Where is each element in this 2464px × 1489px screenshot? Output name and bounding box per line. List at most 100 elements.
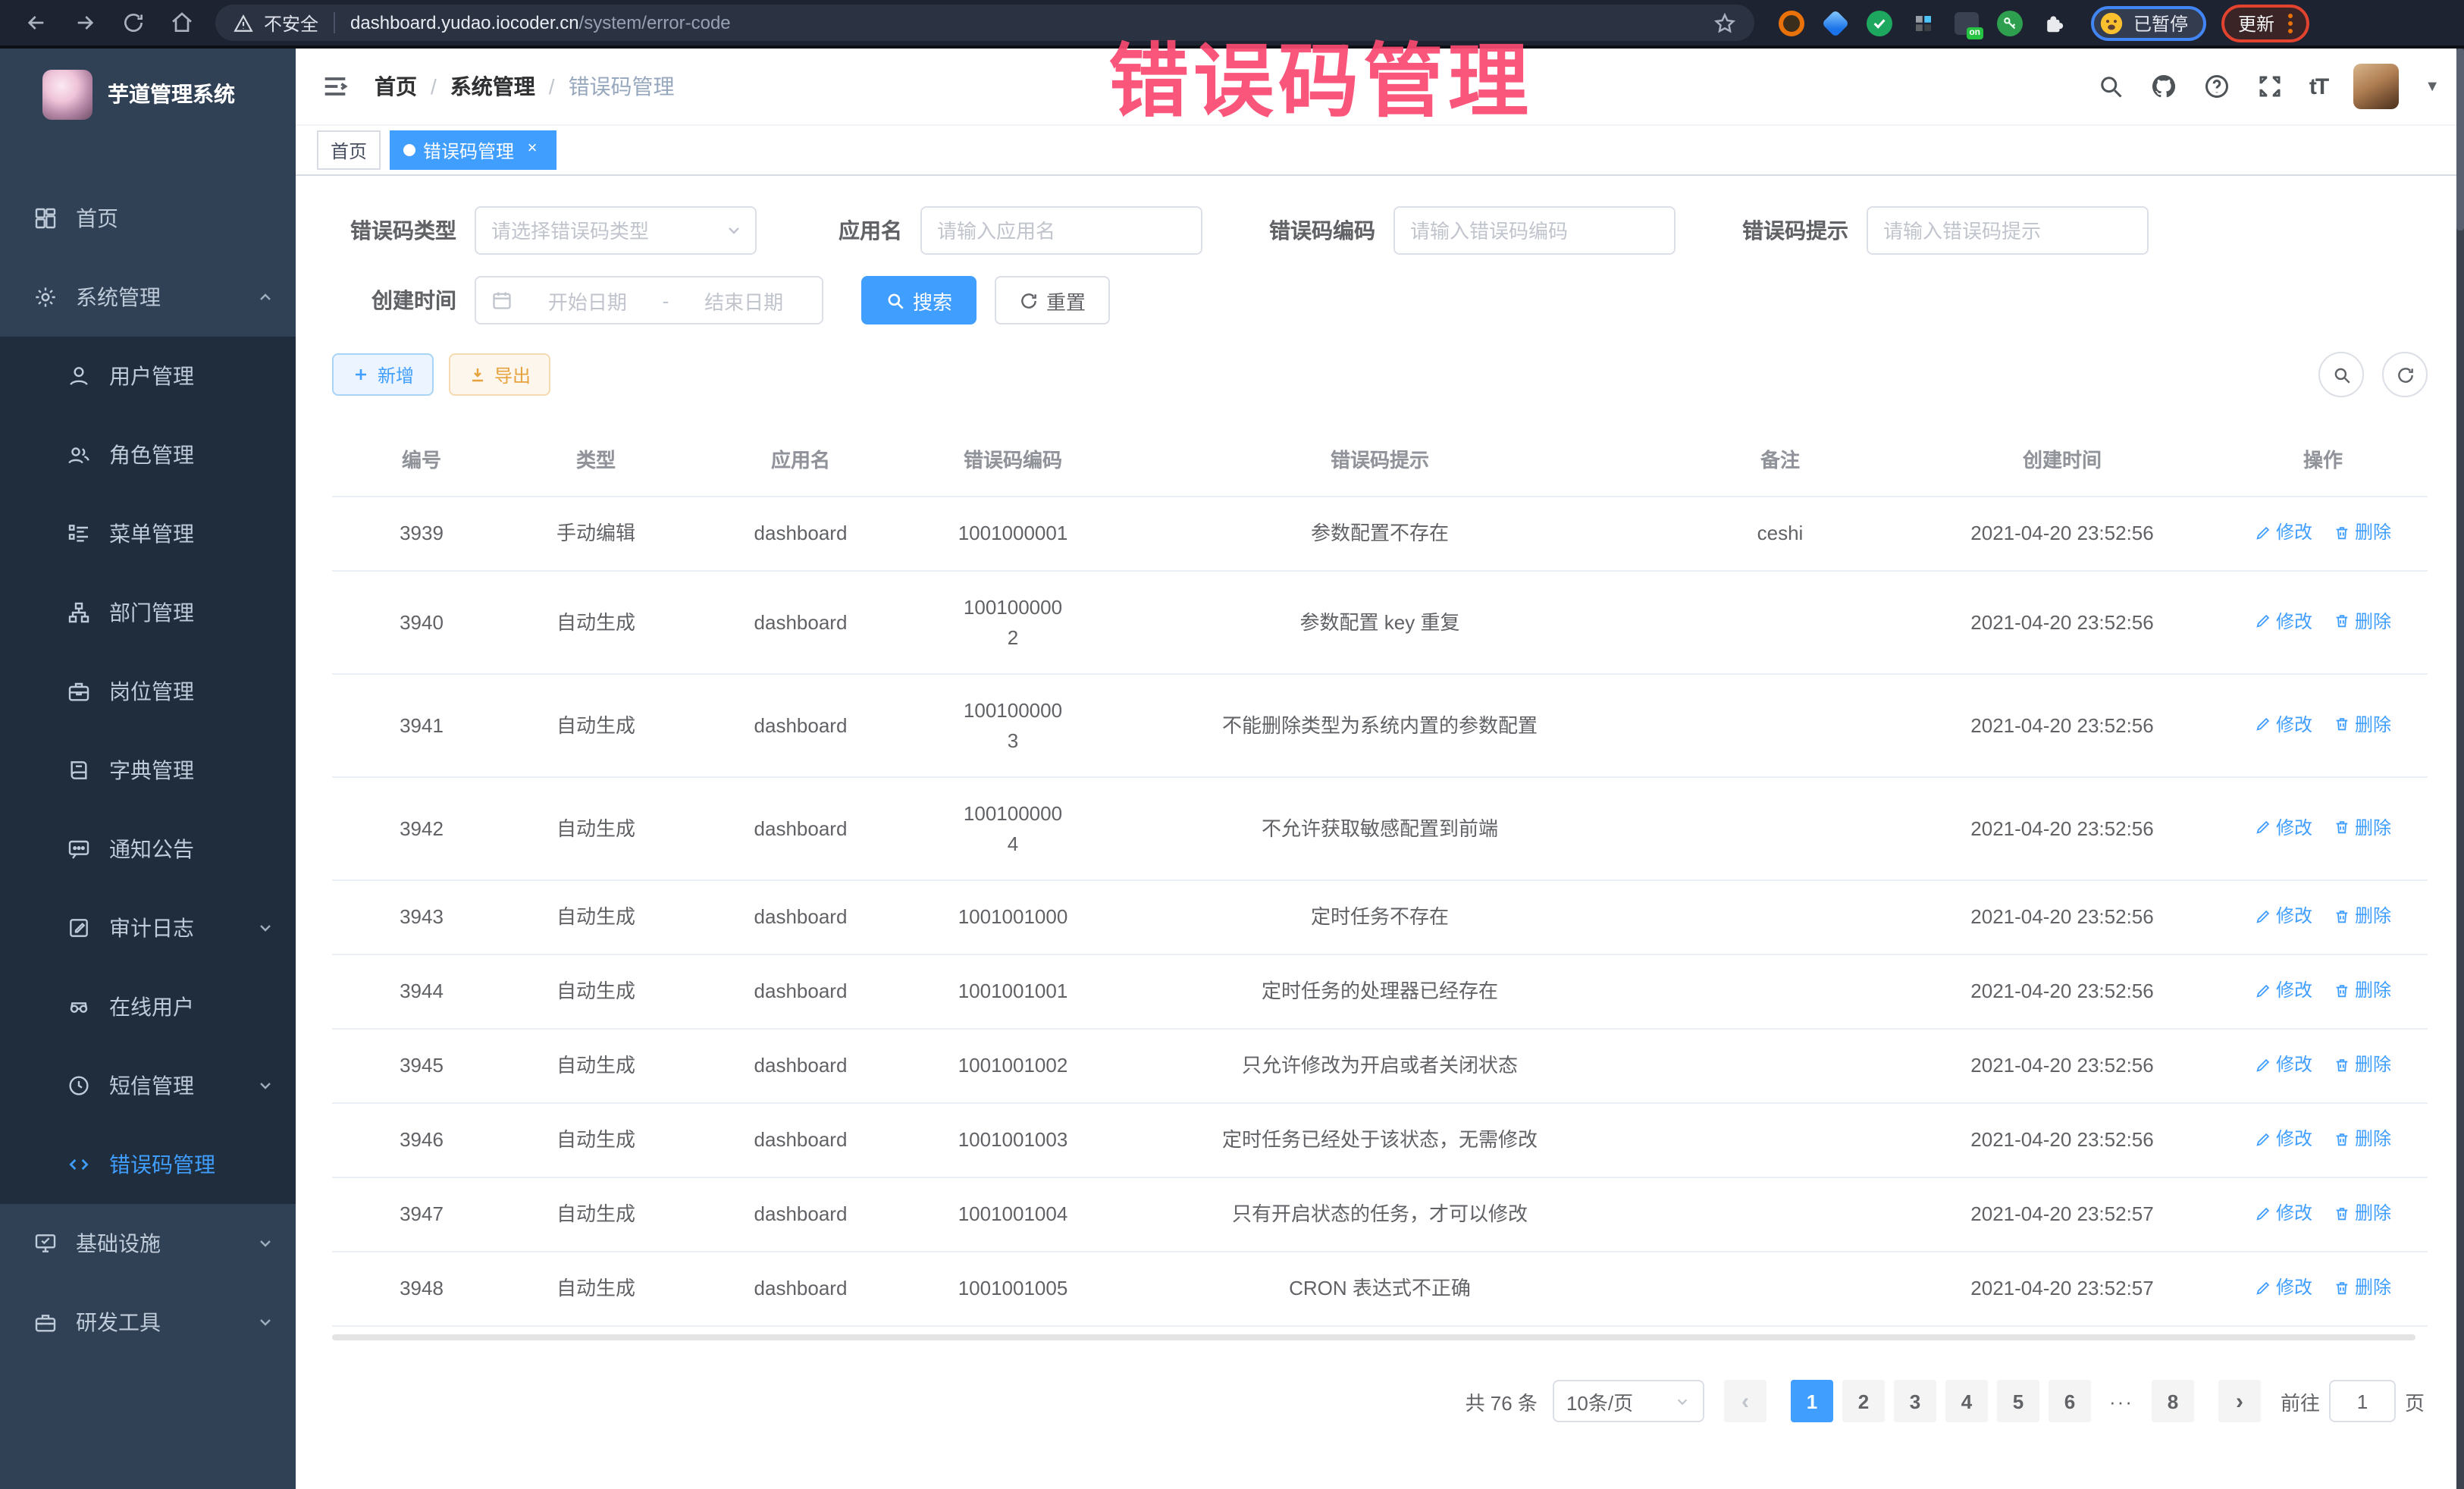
edit-link[interactable]: 修改 — [2255, 710, 2312, 738]
breadcrumb-item[interactable]: 系统管理 — [450, 71, 535, 102]
page-button-3[interactable]: 3 — [1894, 1380, 1936, 1422]
sidebar-item-menu[interactable]: 菜单管理 — [0, 494, 296, 573]
delete-link[interactable]: 删除 — [2334, 976, 2391, 1004]
extension-green-check-icon[interactable] — [1867, 10, 1892, 36]
edit-link[interactable]: 修改 — [2255, 1199, 2312, 1227]
prev-page-button[interactable]: ‹ — [1724, 1380, 1766, 1422]
toggle-search-button[interactable] — [2318, 352, 2364, 397]
app-name-input[interactable] — [937, 219, 1186, 242]
next-page-button[interactable]: › — [2218, 1380, 2261, 1422]
horizontal-scrollbar[interactable] — [332, 1334, 2415, 1340]
page-button-8[interactable]: 8 — [2152, 1380, 2194, 1422]
row-id: 3939 — [332, 497, 511, 571]
page-button-2[interactable]: 2 — [1842, 1380, 1885, 1422]
sidebar-item-home[interactable]: 首页 — [0, 179, 296, 258]
delete-link[interactable]: 删除 — [2334, 813, 2391, 841]
edit-link[interactable]: 修改 — [2255, 976, 2312, 1004]
reload-icon[interactable] — [120, 9, 147, 36]
delete-link[interactable]: 删除 — [2334, 1051, 2391, 1078]
error-code-input[interactable] — [1410, 219, 1659, 242]
sidebar-item-online[interactable]: 在线用户 — [0, 967, 296, 1046]
users-icon — [67, 443, 91, 467]
hamburger-icon[interactable] — [320, 71, 350, 102]
error-msg-field[interactable] — [1867, 206, 2149, 255]
back-icon[interactable] — [23, 9, 50, 36]
extension-orange-icon[interactable] — [1779, 10, 1804, 36]
delete-link[interactable]: 删除 — [2334, 902, 2391, 929]
edit-link[interactable]: 修改 — [2255, 902, 2312, 929]
edit-link[interactable]: 修改 — [2255, 1051, 2312, 1078]
page-button-6[interactable]: 6 — [2049, 1380, 2091, 1422]
window-scrollbar[interactable] — [2456, 49, 2464, 1489]
user-avatar[interactable] — [2353, 64, 2399, 109]
error-msg-input[interactable] — [1883, 219, 2132, 242]
extensions-puzzle-icon[interactable] — [2041, 10, 2067, 36]
sidebar-logo[interactable]: 芋道管理系统 — [0, 49, 296, 139]
font-size-icon[interactable]: tT — [2309, 74, 2328, 99]
sidebar-item-sms[interactable]: 短信管理 — [0, 1046, 296, 1125]
extension-switch-icon[interactable]: on — [1955, 11, 1979, 34]
extension-key-icon[interactable] — [1997, 10, 2023, 36]
sidebar-item-errorcode[interactable]: 错误码管理 — [0, 1125, 296, 1204]
sidebar-item-audit[interactable]: 审计日志 — [0, 889, 296, 967]
page-button-1[interactable]: 1 — [1791, 1380, 1833, 1422]
github-icon[interactable] — [2150, 73, 2177, 100]
browser-profile-chip[interactable]: 已暂停 — [2091, 5, 2206, 40]
reset-button[interactable]: 重置 — [995, 276, 1110, 324]
tag-error-code[interactable]: 错误码管理 × — [390, 130, 556, 170]
url-path: /system/error-code — [579, 12, 731, 33]
edit-link[interactable]: 修改 — [2255, 1274, 2312, 1301]
page-size-select[interactable]: 10条/页 — [1553, 1380, 1704, 1422]
forward-icon[interactable] — [71, 9, 99, 36]
edit-link[interactable]: 修改 — [2255, 607, 2312, 635]
app-name-field[interactable] — [920, 206, 1202, 255]
audit-log-icon — [67, 916, 91, 940]
help-icon[interactable] — [2203, 73, 2230, 100]
goto-page-input[interactable] — [2329, 1380, 2396, 1422]
sidebar-item-infra[interactable]: 基础设施 — [0, 1204, 296, 1283]
error-type-select-input[interactable] — [491, 219, 740, 242]
sidebar-item-user[interactable]: 用户管理 — [0, 337, 296, 415]
page-ellipsis[interactable]: ··· — [2100, 1380, 2143, 1422]
refresh-table-button[interactable] — [2382, 352, 2428, 397]
url-bar[interactable]: 不安全 dashboard.yudao.iocoder.cn/system/er… — [215, 5, 1754, 41]
browser-menu-icon[interactable] — [2288, 13, 2293, 33]
bookmark-star-icon[interactable] — [1713, 11, 1736, 34]
error-code-field[interactable] — [1393, 206, 1676, 255]
delete-link[interactable]: 删除 — [2334, 710, 2391, 738]
delete-link[interactable]: 删除 — [2334, 1125, 2391, 1152]
edit-link[interactable]: 修改 — [2255, 813, 2312, 841]
sidebar-item-post[interactable]: 岗位管理 — [0, 652, 296, 731]
edit-link[interactable]: 修改 — [2255, 1125, 2312, 1152]
sidebar-item-dict[interactable]: 字典管理 — [0, 731, 296, 810]
row-id: 3940 — [332, 571, 511, 674]
extension-gem-icon[interactable] — [1823, 10, 1848, 36]
home-icon[interactable] — [168, 9, 196, 36]
fullscreen-icon[interactable] — [2256, 73, 2284, 100]
user-caret-icon[interactable]: ▼ — [2425, 78, 2440, 95]
sidebar-item-dept[interactable]: 部门管理 — [0, 573, 296, 652]
breadcrumb-item[interactable]: 首页 — [375, 71, 417, 102]
tag-home[interactable]: 首页 — [317, 130, 381, 170]
row-type: 自动生成 — [511, 777, 681, 880]
delete-link[interactable]: 删除 — [2334, 607, 2391, 635]
tag-close-icon[interactable]: × — [522, 139, 543, 161]
create-time-range-picker[interactable]: 开始日期 - 结束日期 — [475, 276, 823, 324]
page-button-4[interactable]: 4 — [1945, 1380, 1988, 1422]
edit-link[interactable]: 修改 — [2255, 519, 2312, 546]
sidebar-item-devtools[interactable]: 研发工具 — [0, 1283, 296, 1362]
extension-squares-icon[interactable] — [1911, 10, 1936, 36]
browser-update-button[interactable]: 更新 — [2221, 4, 2309, 42]
search-icon[interactable] — [2097, 73, 2124, 100]
sidebar-item-role[interactable]: 角色管理 — [0, 415, 296, 494]
delete-link[interactable]: 删除 — [2334, 1274, 2391, 1301]
search-button[interactable]: 搜索 — [861, 276, 977, 324]
error-type-select[interactable] — [475, 206, 757, 255]
delete-link[interactable]: 删除 — [2334, 1199, 2391, 1227]
sidebar-item-notice[interactable]: 通知公告 — [0, 810, 296, 889]
sidebar-item-system[interactable]: 系统管理 — [0, 258, 296, 337]
add-button[interactable]: 新增 — [332, 353, 434, 396]
page-button-5[interactable]: 5 — [1997, 1380, 2039, 1422]
export-button[interactable]: 导出 — [449, 353, 550, 396]
delete-link[interactable]: 删除 — [2334, 519, 2391, 546]
